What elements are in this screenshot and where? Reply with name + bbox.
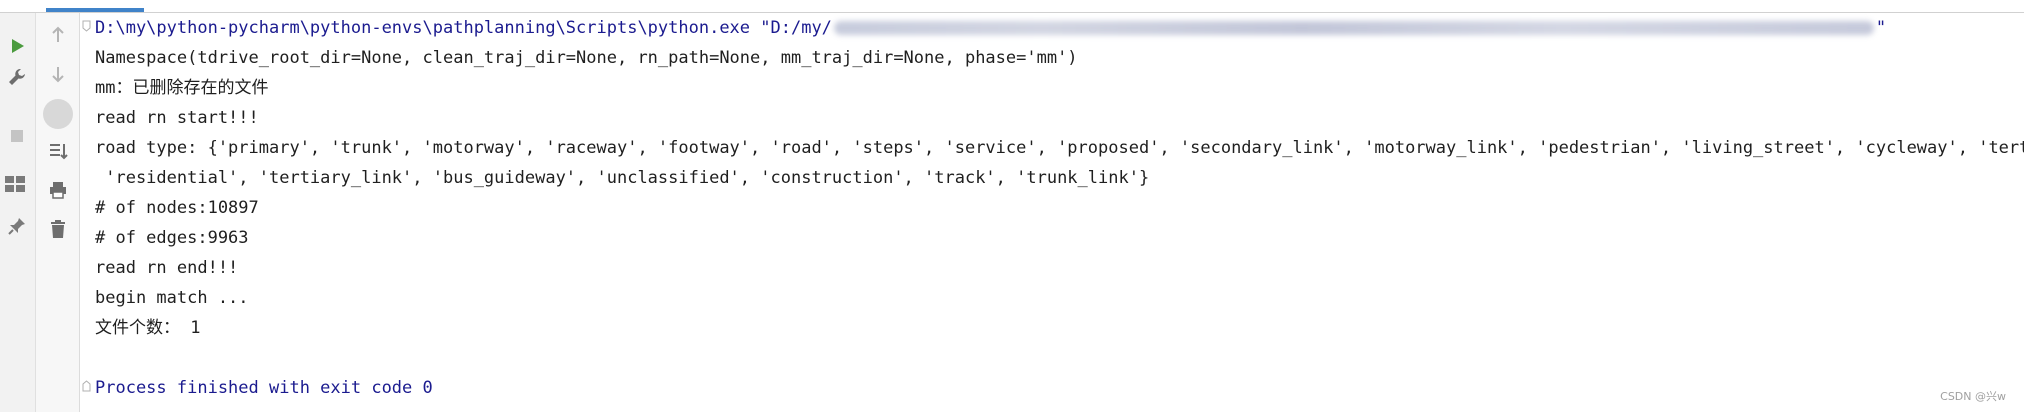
output-line: 文件个数： 1 bbox=[95, 318, 201, 338]
stop-icon[interactable] bbox=[4, 123, 30, 149]
arrow-down-icon[interactable] bbox=[45, 61, 71, 87]
exit-message: Process finished with exit code 0 bbox=[95, 378, 433, 398]
arrow-up-icon[interactable] bbox=[45, 22, 71, 48]
run-icon[interactable] bbox=[4, 33, 30, 59]
output-line: 'residential', 'tertiary_link', 'bus_gui… bbox=[95, 168, 1150, 188]
output-line: road type: {'primary', 'trunk', 'motorwa… bbox=[95, 138, 2024, 158]
watermark: CSDN @兴w bbox=[1940, 390, 2006, 403]
output-line: mm：已删除存在的文件 bbox=[95, 78, 269, 98]
fold-marker-icon[interactable] bbox=[82, 380, 91, 392]
run-toolbar bbox=[0, 13, 36, 412]
top-tab-bar bbox=[0, 0, 2024, 13]
output-line: begin match ... bbox=[95, 288, 249, 308]
trash-icon[interactable] bbox=[45, 216, 71, 242]
circle-icon[interactable] bbox=[41, 97, 75, 131]
command-line: D:\my\python-pycharm\python-envs\pathpla… bbox=[95, 15, 1886, 41]
output-line: # of edges:9963 bbox=[95, 228, 249, 248]
sort-down-icon[interactable] bbox=[45, 138, 71, 164]
command-prefix: D:\my\python-pycharm\python-envs\pathpla… bbox=[95, 18, 832, 38]
console-output[interactable]: D:\my\python-pycharm\python-envs\pathpla… bbox=[80, 13, 2024, 412]
active-tab-indicator bbox=[46, 8, 144, 12]
pin-icon[interactable] bbox=[4, 213, 30, 239]
wrench-icon[interactable] bbox=[4, 64, 30, 90]
layout-icon[interactable] bbox=[2, 171, 28, 197]
output-line: read rn end!!! bbox=[95, 258, 239, 278]
output-line: read rn start!!! bbox=[95, 108, 259, 128]
output-line: # of nodes:10897 bbox=[95, 198, 259, 218]
redacted-path bbox=[833, 21, 1874, 35]
output-line: Namespace(tdrive_root_dir=None, clean_tr… bbox=[95, 48, 1078, 68]
command-suffix: " bbox=[1875, 18, 1887, 38]
fold-marker-icon[interactable] bbox=[82, 20, 91, 32]
console-toolbar bbox=[36, 13, 80, 412]
print-icon[interactable] bbox=[45, 177, 71, 203]
